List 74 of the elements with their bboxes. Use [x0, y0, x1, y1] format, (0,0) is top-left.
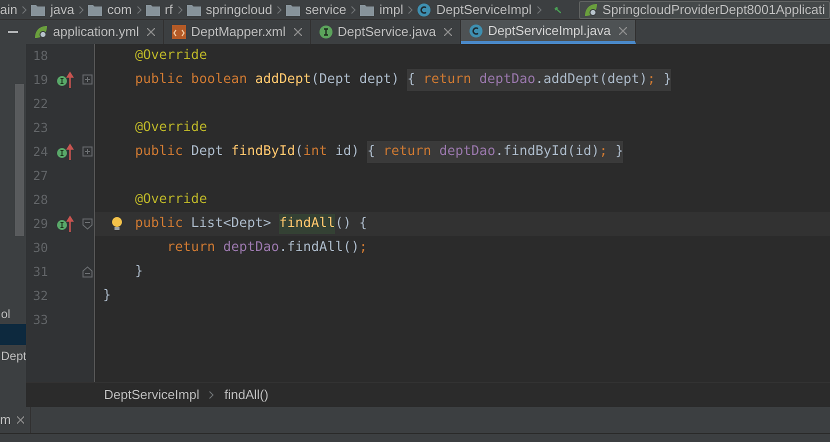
- code-token: public: [135, 215, 184, 234]
- breadcrumb[interactable]: DeptServiceImpl: [104, 385, 200, 405]
- close-icon[interactable]: [294, 28, 302, 36]
- folder-icon: [360, 4, 374, 16]
- chevron-icon: [79, 6, 84, 14]
- code-token: }: [134, 263, 144, 282]
- folder-icon: [186, 4, 201, 16]
- code-token: return: [166, 239, 216, 258]
- editor-tab[interactable]: DeptServiceImpl.java: [460, 20, 636, 44]
- expand-icon[interactable]: [81, 73, 94, 87]
- code-token: (Dept dept): [311, 71, 400, 90]
- run-configuration-selector[interactable]: SpringcloudProviderDept8001Applicati: [579, 0, 830, 18]
- class-icon: [417, 2, 432, 16]
- code-token: () {: [335, 215, 368, 234]
- code-token: ;: [359, 239, 368, 258]
- project-tree-item[interactable]: ol: [0, 303, 26, 324]
- close-icon[interactable]: [444, 28, 452, 36]
- leaf-icon: [34, 25, 48, 39]
- code-token: int: [303, 143, 328, 162]
- path-segment[interactable]: springcloud: [206, 0, 272, 20]
- code-token: List<Dept>: [191, 215, 272, 234]
- tool-window-tab[interactable]: m: [0, 407, 31, 433]
- chevron-icon: [22, 6, 28, 14]
- code-token: @Override: [134, 119, 208, 138]
- chevron-icon: [277, 6, 282, 14]
- implements-icon[interactable]: [56, 71, 74, 89]
- implements-icon[interactable]: [56, 215, 74, 233]
- folded-code[interactable]: { return deptDao.findById(id); }: [367, 141, 624, 163]
- chevron-icon: [178, 6, 183, 14]
- chevron-icon: [351, 6, 356, 14]
- implements-icon[interactable]: [56, 143, 74, 161]
- close-icon[interactable]: [16, 416, 24, 424]
- code-token: id): [335, 143, 360, 162]
- folder-icon: [31, 4, 46, 16]
- folded-code[interactable]: { return deptDao.addDept(dept); }: [407, 69, 672, 91]
- close-icon[interactable]: [147, 28, 155, 36]
- folder-icon: [88, 4, 102, 16]
- folder-icon: [286, 4, 300, 16]
- code-token: public: [134, 143, 184, 162]
- close-icon[interactable]: [618, 26, 627, 34]
- path-segment[interactable]: java: [50, 0, 74, 20]
- folder-icon: [146, 4, 160, 16]
- breadcrumb[interactable]: findAll(): [224, 385, 268, 405]
- code-token: findAll: [279, 214, 336, 234]
- path-segment[interactable]: com: [107, 0, 132, 20]
- chevron-icon: [408, 6, 414, 14]
- path-segment[interactable]: impl: [379, 0, 404, 20]
- chevron-icon: [136, 6, 142, 14]
- leaf-icon: [584, 2, 598, 16]
- code-token: @Override: [134, 191, 208, 210]
- code-token: .findAll(): [279, 239, 360, 258]
- xml-file-icon: [172, 25, 186, 39]
- code-token: }: [103, 287, 112, 306]
- path-segment[interactable]: rf: [164, 0, 173, 20]
- scrollbar[interactable]: [15, 84, 24, 236]
- chevron-icon: [536, 6, 542, 14]
- collapse-icon[interactable]: [81, 265, 94, 279]
- code-token: addDept: [255, 71, 312, 90]
- class-icon: [468, 24, 483, 38]
- code-token: public boolean: [134, 71, 248, 90]
- expand-icon[interactable]: [81, 145, 94, 159]
- code-token: findById: [231, 143, 296, 162]
- path-segment[interactable]: ain: [0, 0, 18, 20]
- path-segment[interactable]: DeptServiceImpl: [436, 0, 532, 20]
- chevron-icon: [209, 391, 214, 399]
- collapse-icon[interactable]: [81, 217, 94, 231]
- code-token: deptDao: [223, 239, 280, 258]
- code-token: (: [295, 143, 304, 162]
- project-tree-item[interactable]: Dept: [0, 345, 26, 366]
- interface-icon: [318, 25, 333, 39]
- code-token: Dept: [191, 143, 224, 162]
- lightbulb-icon[interactable]: [111, 216, 123, 232]
- path-segment[interactable]: service: [305, 0, 346, 20]
- code-token: @Override: [134, 47, 208, 66]
